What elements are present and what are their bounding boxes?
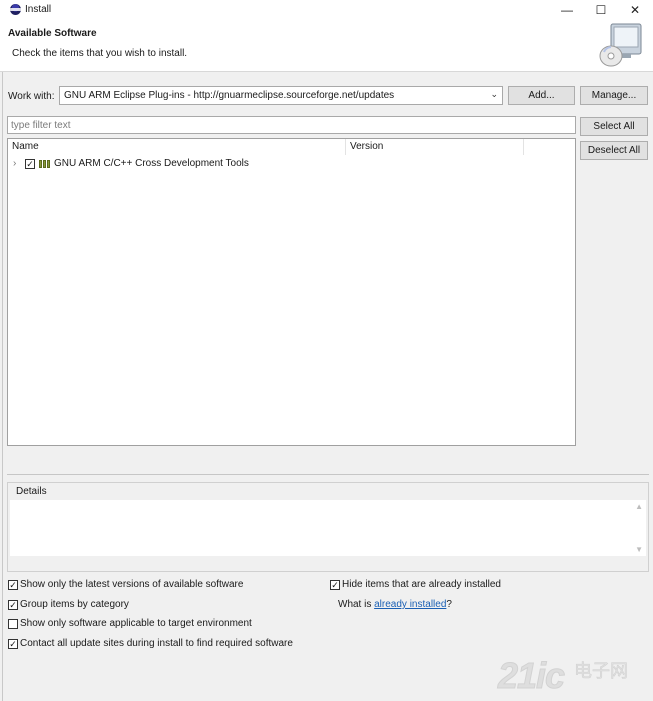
contact-sites-label: Contact all update sites during install … bbox=[20, 638, 293, 649]
add-button[interactable]: Add... bbox=[508, 86, 575, 105]
category-icon bbox=[39, 160, 51, 168]
close-button[interactable]: ✕ bbox=[622, 2, 648, 18]
column-header-name[interactable]: Name bbox=[8, 139, 346, 155]
what-is-prefix: What is bbox=[338, 599, 375, 610]
select-all-button[interactable]: Select All bbox=[580, 117, 648, 136]
what-is-suffix: ? bbox=[446, 599, 452, 610]
scroll-up-icon[interactable]: ▲ bbox=[635, 502, 643, 511]
page-title: Available Software bbox=[8, 28, 97, 39]
separator bbox=[7, 474, 649, 475]
dialog-border bbox=[2, 72, 3, 701]
window-title: Install bbox=[25, 4, 52, 15]
watermark-brand: 21ic bbox=[497, 655, 565, 697]
row-name: GNU ARM C/C++ Cross Development Tools bbox=[54, 158, 249, 169]
scroll-down-icon[interactable]: ▼ bbox=[635, 545, 643, 554]
manage-button[interactable]: Manage... bbox=[580, 86, 648, 105]
hide-installed-checkbox[interactable]: ✓ bbox=[330, 580, 340, 590]
chevron-down-icon[interactable]: ⌄ bbox=[490, 89, 498, 100]
what-is-installed: What is already installed? bbox=[338, 598, 452, 611]
wizard-banner bbox=[0, 20, 653, 72]
details-text[interactable]: ▲ ▼ bbox=[10, 500, 646, 556]
install-wizard-icon bbox=[599, 23, 642, 67]
row-checkbox[interactable]: ✓ bbox=[25, 159, 35, 169]
target-env-label: Show only software applicable to target … bbox=[20, 618, 252, 629]
details-label: Details bbox=[16, 486, 47, 497]
deselect-all-button[interactable]: Deselect All bbox=[580, 141, 648, 160]
column-header-version[interactable]: Version bbox=[346, 139, 524, 155]
eclipse-icon bbox=[10, 4, 21, 15]
watermark-logo: 21ic 电子网 bbox=[497, 655, 648, 697]
chevron-right-icon[interactable]: › bbox=[13, 156, 16, 172]
title-bar: Install — ☐ ✕ bbox=[0, 0, 653, 20]
filter-placeholder: type filter text bbox=[11, 120, 71, 131]
watermark-cn: 电子网 bbox=[574, 661, 629, 682]
hide-installed-label: Hide items that are already installed bbox=[342, 579, 501, 590]
work-with-label: Work with: bbox=[8, 91, 55, 102]
contact-sites-option[interactable]: ✓ Contact all update sites during instal… bbox=[8, 637, 328, 651]
minimize-button[interactable]: — bbox=[554, 2, 580, 18]
latest-versions-option[interactable]: ✓ Show only the latest versions of avail… bbox=[8, 578, 328, 592]
software-tree[interactable]: Name Version › ✓ GNU ARM C/C++ Cross Dev… bbox=[7, 138, 576, 446]
latest-versions-checkbox[interactable]: ✓ bbox=[8, 580, 18, 590]
page-description: Check the items that you wish to install… bbox=[12, 48, 188, 59]
group-by-category-option[interactable]: ✓ Group items by category bbox=[8, 598, 328, 612]
group-by-category-checkbox[interactable]: ✓ bbox=[8, 600, 18, 610]
work-with-value: GNU ARM Eclipse Plug-ins - http://gnuarm… bbox=[64, 90, 395, 101]
tree-row[interactable]: › ✓ GNU ARM C/C++ Cross Development Tool… bbox=[8, 156, 568, 172]
group-by-category-label: Group items by category bbox=[20, 599, 129, 610]
target-env-checkbox[interactable] bbox=[8, 619, 18, 629]
already-installed-link[interactable]: already installed bbox=[374, 599, 446, 610]
target-env-option[interactable]: Show only software applicable to target … bbox=[8, 617, 328, 631]
work-with-combo[interactable]: GNU ARM Eclipse Plug-ins - http://gnuarm… bbox=[59, 86, 503, 105]
hide-installed-option[interactable]: ✓ Hide items that are already installed bbox=[330, 578, 630, 592]
details-group: Details ▲ ▼ bbox=[7, 482, 649, 572]
filter-input[interactable]: type filter text bbox=[7, 116, 576, 134]
latest-versions-label: Show only the latest versions of availab… bbox=[20, 579, 244, 590]
contact-sites-checkbox[interactable]: ✓ bbox=[8, 639, 18, 649]
maximize-button[interactable]: ☐ bbox=[588, 2, 614, 18]
